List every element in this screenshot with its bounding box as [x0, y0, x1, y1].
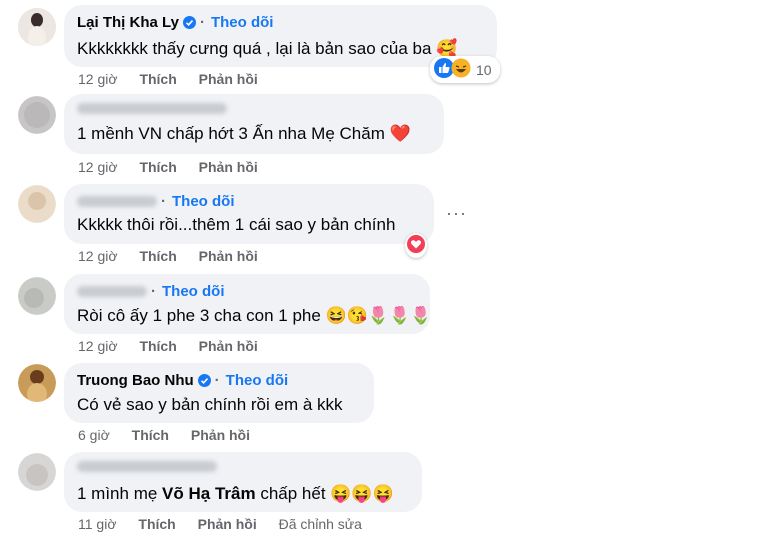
commenter-name-blurred[interactable] — [77, 461, 217, 472]
haha-reaction-icon — [451, 58, 471, 81]
avatar[interactable] — [18, 277, 56, 315]
separator-dot: · — [161, 193, 166, 210]
like-button[interactable]: Thích — [139, 338, 176, 354]
comment-text: Có vẻ sao y bản chính rồi em à kkk — [77, 395, 343, 414]
verified-badge-icon — [182, 16, 196, 29]
comment-time[interactable]: 12 giờ — [78, 159, 118, 175]
follow-button[interactable]: Theo dõi — [211, 14, 274, 31]
separator-dot: · — [151, 283, 156, 300]
commenter-name[interactable]: Lại Thị Kha Ly — [77, 14, 179, 31]
reply-button[interactable]: Phản hồi — [199, 71, 258, 87]
comment-text-prefix: 1 mình mẹ — [77, 484, 163, 503]
reaction-summary[interactable]: 10 — [430, 56, 500, 83]
comment-time[interactable]: 12 giờ — [78, 71, 118, 87]
commenter-name-blurred[interactable] — [77, 103, 227, 114]
comment-time[interactable]: 11 giờ — [78, 516, 117, 532]
comment-time[interactable]: 6 giờ — [78, 427, 110, 443]
comment-bubble: · Theo dõi Ròi cô ấy 1 phe 3 cha con 1 p… — [64, 274, 432, 334]
mention-link[interactable]: Võ Hạ Trâm — [162, 484, 256, 503]
avatar[interactable] — [18, 453, 56, 491]
avatar[interactable] — [18, 8, 56, 46]
love-reaction-icon — [407, 235, 425, 256]
follow-button[interactable]: Theo dõi — [226, 372, 289, 389]
separator-dot: · — [214, 372, 220, 389]
avatar[interactable] — [18, 96, 56, 134]
more-options-icon[interactable]: ··· — [446, 203, 467, 224]
avatar[interactable] — [18, 364, 56, 402]
follow-button[interactable]: Theo dõi — [162, 283, 225, 300]
comment-bubble: · Theo dõi Kkkkk thôi rồi...thêm 1 cái s… — [64, 184, 434, 244]
reply-button[interactable]: Phản hồi — [199, 248, 258, 264]
reaction-summary[interactable] — [405, 233, 427, 258]
comment-bubble: 1 mềnh VN chấp hớt 3 Ấn nha Mẹ Chăm ❤️ — [64, 94, 444, 154]
edited-label: Đã chỉnh sửa — [278, 516, 362, 532]
like-button[interactable]: Thích — [138, 516, 175, 532]
like-button[interactable]: Thích — [139, 248, 176, 264]
follow-button[interactable]: Theo dõi — [172, 193, 235, 210]
comment-text: Kkkkkkkk thấy cưng quá , lại là bản sao … — [77, 39, 458, 58]
comment-text: Kkkkk thôi rồi...thêm 1 cái sao y bản ch… — [77, 215, 396, 234]
comment-time[interactable]: 12 giờ — [78, 338, 118, 354]
like-button[interactable]: Thích — [139, 71, 176, 87]
like-button[interactable]: Thích — [139, 159, 176, 175]
comment-bubble: Lại Thị Kha Ly · Theo dõi Kkkkkkkk thấy … — [64, 5, 497, 67]
commenter-name-blurred[interactable] — [77, 196, 157, 207]
comment-bubble: Truong Bao Nhu · Theo dõi Có vẻ sao y bả… — [64, 363, 374, 423]
commenter-name[interactable]: Truong Bao Nhu — [77, 372, 194, 389]
reply-button[interactable]: Phản hồi — [198, 516, 257, 532]
avatar[interactable] — [18, 185, 56, 223]
comment-text-suffix: chấp hết 😝😝😝 — [255, 484, 394, 503]
comment-time[interactable]: 12 giờ — [78, 248, 118, 264]
reaction-count: 10 — [476, 61, 492, 78]
reply-button[interactable]: Phản hồi — [199, 159, 258, 175]
verified-badge-icon — [197, 374, 211, 387]
comment-text: 1 mềnh VN chấp hớt 3 Ấn nha Mẹ Chăm ❤️ — [77, 124, 411, 143]
commenter-name-blurred[interactable] — [77, 286, 147, 297]
like-button[interactable]: Thích — [132, 427, 169, 443]
separator-dot: · — [199, 14, 205, 31]
comment-text: Ròi cô ấy 1 phe 3 cha con 1 phe 😆😘🌷🌷🌷 — [77, 306, 432, 325]
comment-text: 1 mình mẹ Võ Hạ Trâm chấp hết 😝😝😝 — [77, 484, 394, 504]
reply-button[interactable]: Phản hồi — [199, 338, 258, 354]
reply-button[interactable]: Phản hồi — [191, 427, 250, 443]
comment-bubble: 1 mình mẹ Võ Hạ Trâm chấp hết 😝😝😝 — [64, 452, 422, 512]
